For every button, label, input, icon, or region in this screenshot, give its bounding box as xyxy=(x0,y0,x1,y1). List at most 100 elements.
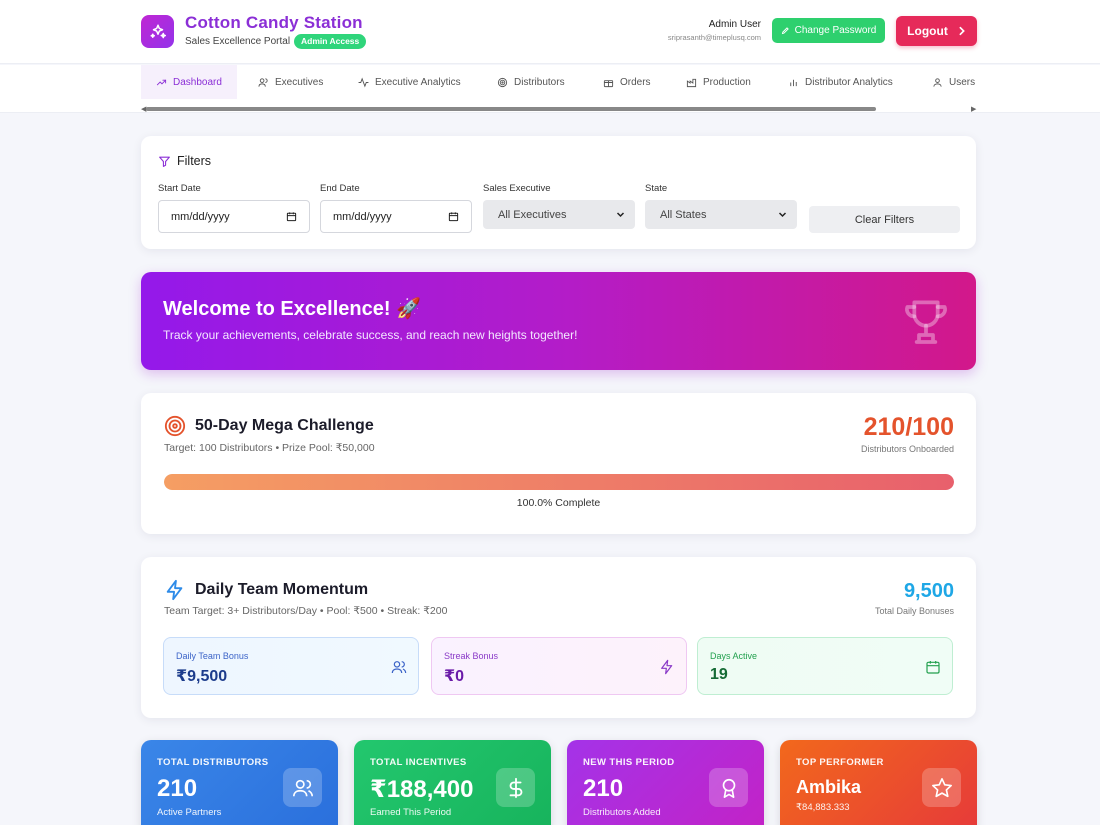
momentum-title: Daily Team Momentum xyxy=(164,579,368,601)
stat-label: NEW THIS PERIOD xyxy=(583,757,675,768)
users-icon xyxy=(258,77,268,87)
stat-new-this-period: NEW THIS PERIOD 210 Distributors Added xyxy=(567,740,764,825)
nav-tab-label: Executives xyxy=(275,76,324,88)
users-icon xyxy=(283,768,322,807)
nav-tab-dashboard[interactable]: Dashboard xyxy=(141,65,237,99)
nav-tab-label: Orders xyxy=(620,76,651,88)
nav-tab-label: Distributors xyxy=(514,76,565,88)
logout-button[interactable]: Logout xyxy=(896,16,977,46)
nav-scrollbar-thumb[interactable] xyxy=(146,107,876,111)
challenge-progress-bar xyxy=(164,474,954,490)
end-date-input[interactable]: mm/dd/yyyy xyxy=(320,200,472,233)
chevron-down-icon xyxy=(778,212,787,218)
end-date-label: End Date xyxy=(320,183,360,194)
stat-value: Ambika xyxy=(796,777,862,797)
days-active-value: 19 xyxy=(710,666,728,683)
logout-label: Logout xyxy=(907,24,948,38)
trophy-icon xyxy=(905,300,947,344)
challenge-progress-label: 100.0% Complete xyxy=(516,497,601,509)
activity-icon xyxy=(358,77,369,87)
scroll-right-arrow-icon[interactable]: ▶ xyxy=(971,105,976,113)
challenge-title: 50-Day Mega Challenge xyxy=(164,415,374,437)
main-nav: Dashboard Executives Executive Analytics… xyxy=(0,65,1100,113)
pencil-icon xyxy=(781,27,789,35)
award-icon xyxy=(709,768,748,807)
lightning-icon xyxy=(661,659,673,675)
calendar-icon xyxy=(926,661,940,674)
momentum-total: 9,500 xyxy=(903,580,954,602)
stat-label: TOP PERFORMER xyxy=(796,757,884,768)
stat-total-incentives: TOTAL INCENTIVES ₹188,400 Earned This Pe… xyxy=(354,740,551,825)
momentum-title-label: Daily Team Momentum xyxy=(195,581,369,598)
clear-filters-button[interactable]: Clear Filters xyxy=(809,206,960,233)
stat-sub: Earned This Period xyxy=(370,807,452,818)
factory-icon xyxy=(686,78,697,87)
days-active-box: Days Active 19 xyxy=(697,637,953,695)
sales-executive-value: All Executives xyxy=(498,208,567,221)
start-date-label: Start Date xyxy=(158,183,201,194)
welcome-banner: Welcome to Excellence! 🚀 Track your achi… xyxy=(141,272,976,370)
momentum-subtitle: Team Target: 3+ Distributors/Day • Pool:… xyxy=(164,605,448,617)
user-icon xyxy=(933,77,942,87)
nav-tab-label: Executive Analytics xyxy=(375,76,461,88)
challenge-progress-fill xyxy=(164,474,954,490)
filter-icon xyxy=(159,156,170,167)
stat-top-performer: TOP PERFORMER Ambika ₹84,883.333 xyxy=(780,740,977,825)
star-icon xyxy=(922,768,961,807)
days-active-label: Days Active xyxy=(710,651,758,661)
welcome-subtitle: Track your achievements, celebrate succe… xyxy=(163,328,578,342)
welcome-title: Welcome to Excellence! 🚀 xyxy=(163,298,421,320)
target-icon xyxy=(164,415,186,437)
nav-tab-label: Production xyxy=(703,76,751,88)
challenge-title-label: 50-Day Mega Challenge xyxy=(195,417,374,434)
calendar-icon[interactable] xyxy=(448,211,459,222)
daily-team-bonus-box: Daily Team Bonus ₹9,500 xyxy=(163,637,419,695)
change-password-button[interactable]: Change Password xyxy=(772,18,885,43)
lightning-icon xyxy=(166,579,183,601)
challenge-count-label: Distributors Onboarded xyxy=(860,444,954,454)
filters-card: Filters Start Date mm/dd/yyyy End Date m… xyxy=(141,136,976,249)
stat-sub: ₹84,883.333 xyxy=(796,802,850,813)
challenge-count: 210/100 xyxy=(863,413,954,441)
trend-icon xyxy=(156,79,167,85)
stat-sub: Active Partners xyxy=(157,807,222,818)
momentum-total-label: Total Daily Bonuses xyxy=(874,606,954,616)
mega-challenge-card: 50-Day Mega Challenge Target: 100 Distri… xyxy=(141,393,976,534)
state-select[interactable]: All States xyxy=(645,200,797,229)
streak-bonus-box: Streak Bonus ₹0 xyxy=(431,637,687,695)
stat-total-distributors: TOTAL DISTRIBUTORS 210 Active Partners xyxy=(141,740,338,825)
user-name: Admin User xyxy=(708,19,761,30)
stat-value: 210 xyxy=(583,775,624,802)
stat-label: TOTAL INCENTIVES xyxy=(370,757,467,768)
nav-tab-label: Users xyxy=(949,76,976,88)
nav-tab-distributors[interactable]: Distributors xyxy=(497,65,565,99)
sparkles-logo-icon xyxy=(141,15,174,48)
nav-tab-distributor-analytics[interactable]: Distributor Analytics xyxy=(788,65,893,99)
challenge-subtitle: Target: 100 Distributors • Prize Pool: ₹… xyxy=(164,442,375,454)
daily-team-bonus-value: ₹9,500 xyxy=(176,668,228,685)
streak-bonus-label: Streak Bonus xyxy=(444,651,499,661)
dollar-icon xyxy=(496,768,535,807)
end-date-value: mm/dd/yyyy xyxy=(333,210,392,223)
chevron-right-icon xyxy=(959,26,965,36)
sales-executive-select[interactable]: All Executives xyxy=(483,200,635,229)
nav-tab-executives[interactable]: Executives xyxy=(258,65,323,99)
calendar-icon[interactable] xyxy=(286,211,297,222)
app-header: Cotton Candy Station Sales Excellence Po… xyxy=(0,0,1100,64)
nav-tab-users[interactable]: Users xyxy=(932,65,975,99)
app-title: Cotton Candy Station xyxy=(185,13,363,32)
stat-value: 210 xyxy=(157,775,198,802)
nav-tab-executive-analytics[interactable]: Executive Analytics xyxy=(358,65,461,99)
nav-tab-orders[interactable]: Orders xyxy=(603,65,651,99)
change-password-label: Change Password xyxy=(794,25,877,36)
streak-bonus-value: ₹0 xyxy=(444,668,465,685)
nav-scrollbar[interactable] xyxy=(146,107,976,111)
filters-title: Filters xyxy=(158,154,211,168)
start-date-input[interactable]: mm/dd/yyyy xyxy=(158,200,310,233)
gift-icon xyxy=(603,79,614,87)
nav-tab-label: Dashboard xyxy=(173,76,222,88)
nav-tab-production[interactable]: Production xyxy=(686,65,751,99)
stat-sub: Distributors Added xyxy=(583,807,661,818)
chevron-down-icon xyxy=(616,212,625,218)
nav-tab-label: Distributor Analytics xyxy=(805,76,893,88)
